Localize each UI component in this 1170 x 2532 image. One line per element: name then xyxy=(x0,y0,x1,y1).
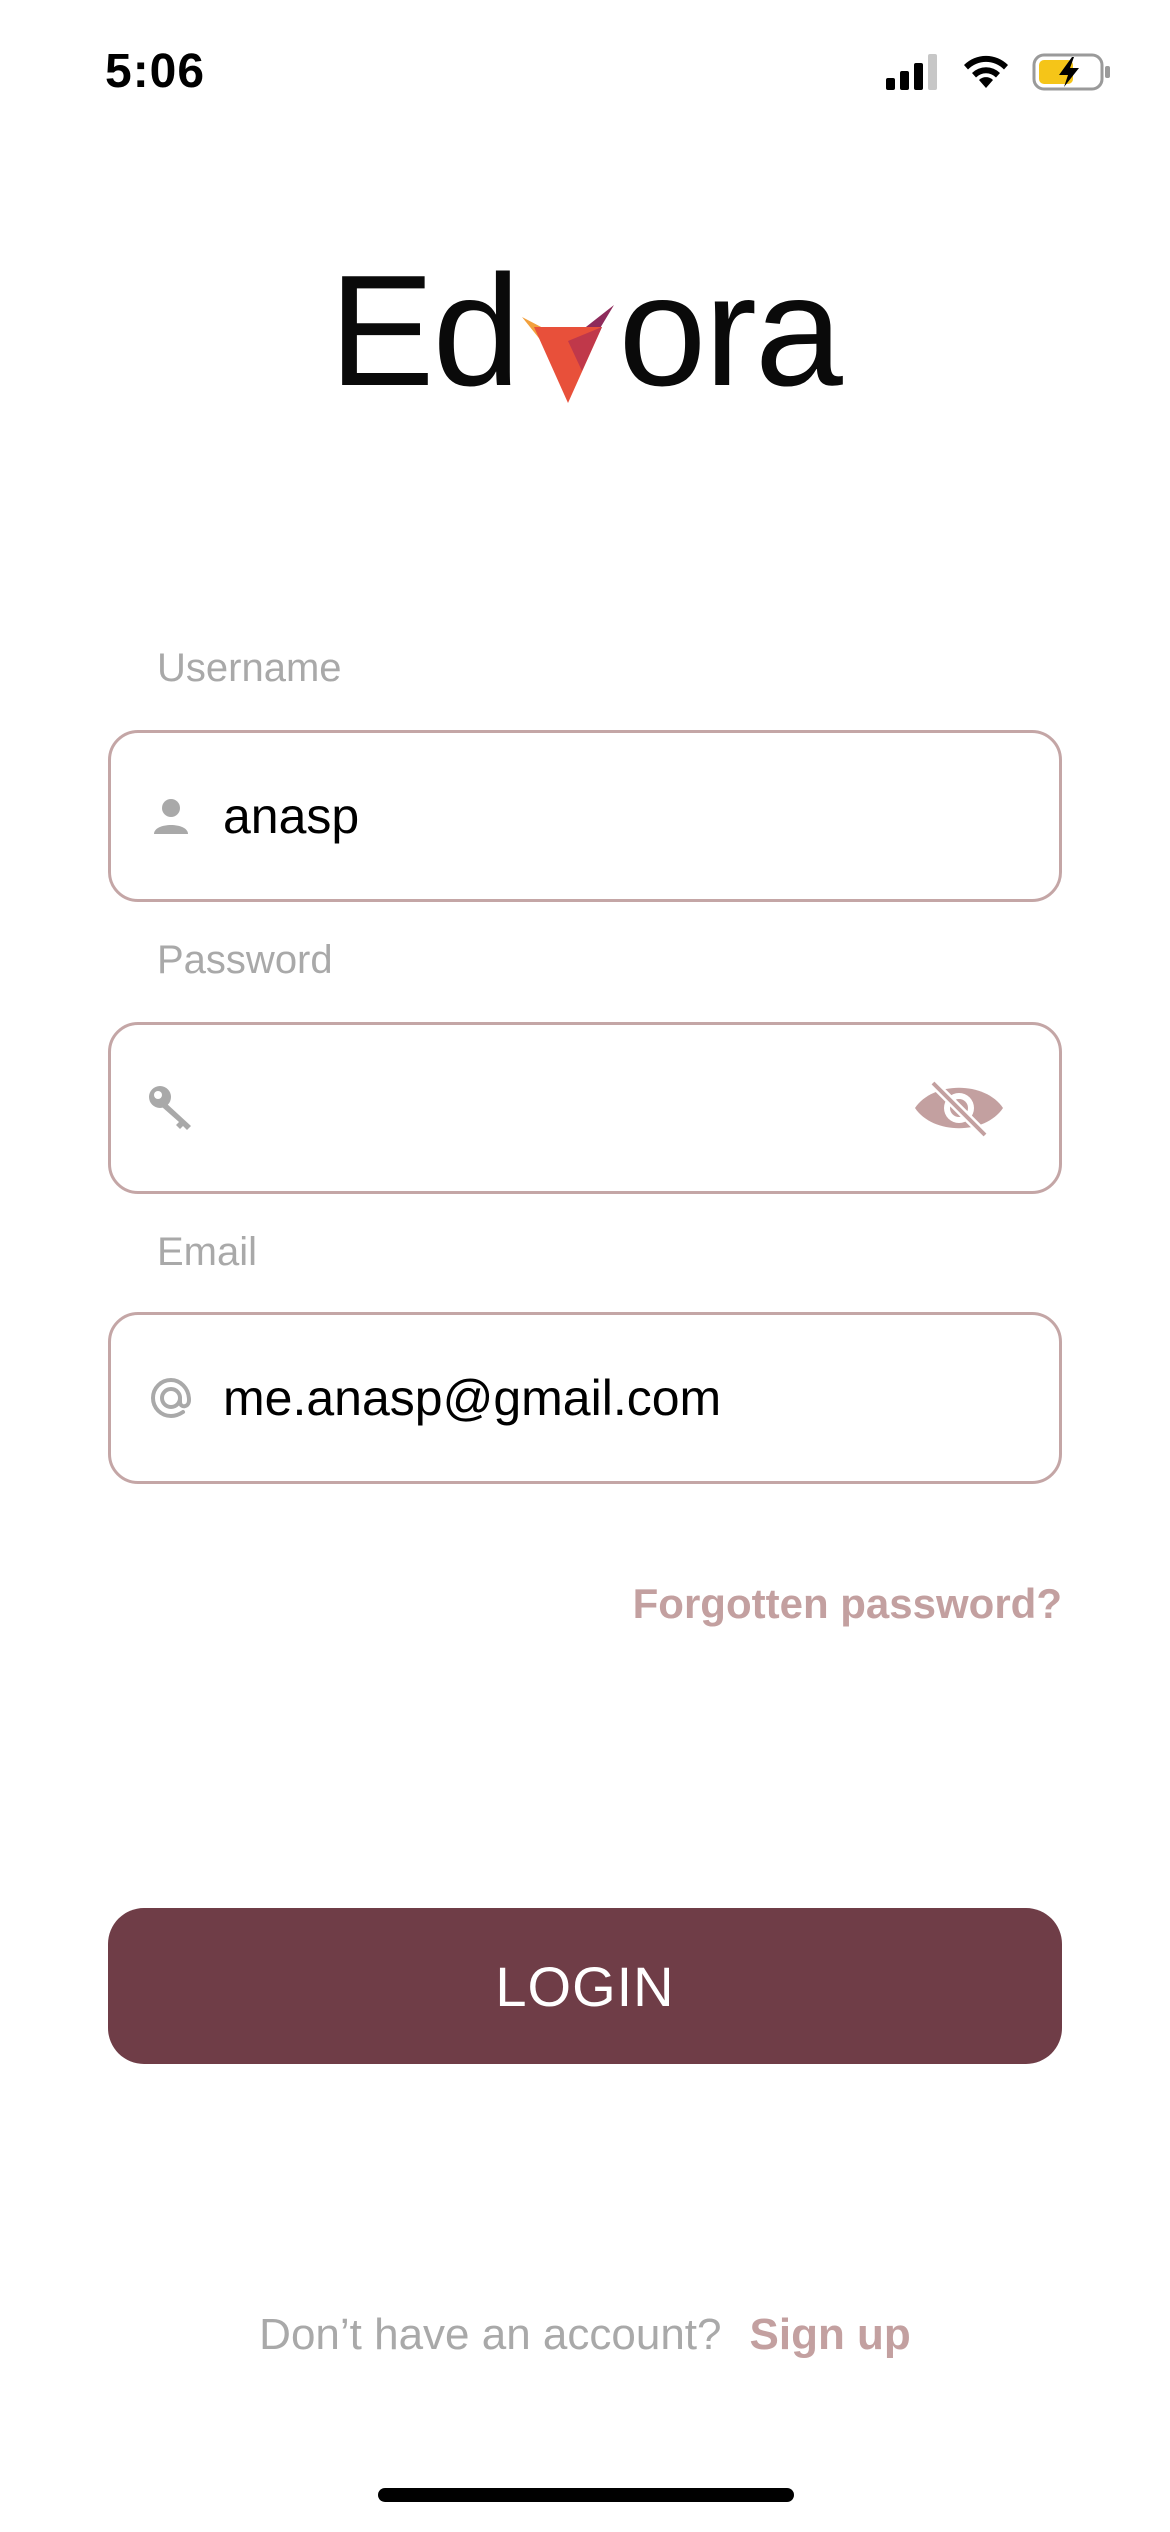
app-logo: Ed ora xyxy=(0,250,1170,410)
status-bar: 5:06 xyxy=(0,0,1170,150)
wifi-icon xyxy=(962,54,1010,95)
logo-text-suffix: ora xyxy=(618,243,842,419)
email-field[interactable] xyxy=(108,1312,1062,1484)
email-input[interactable] xyxy=(223,1358,1059,1438)
logo-text-prefix: Ed xyxy=(329,243,520,419)
username-field[interactable] xyxy=(108,730,1062,902)
username-input[interactable] xyxy=(223,776,1059,856)
battery-charging-icon xyxy=(1032,52,1112,97)
password-field[interactable] xyxy=(108,1022,1062,1194)
signup-row: Don’t have an account? Sign up xyxy=(0,2310,1170,2360)
login-button[interactable]: LOGIN xyxy=(108,1908,1062,2064)
signup-link[interactable]: Sign up xyxy=(750,2310,911,2360)
password-label: Password xyxy=(157,938,333,982)
status-icons xyxy=(886,52,1112,96)
person-icon xyxy=(141,796,201,836)
signup-prompt: Don’t have an account? xyxy=(259,2310,722,2359)
logo-wordmark: Ed ora xyxy=(329,243,843,419)
password-input[interactable] xyxy=(223,1068,909,1148)
cellular-signal-icon xyxy=(886,53,940,95)
key-icon xyxy=(141,1084,201,1132)
email-label: Email xyxy=(157,1230,258,1274)
eye-slash-icon[interactable] xyxy=(909,1068,1009,1148)
forgot-password-link[interactable]: Forgotten password? xyxy=(633,1580,1062,1628)
status-time: 5:06 xyxy=(105,45,206,98)
username-label: Username xyxy=(157,646,342,690)
logo-mark-icon xyxy=(522,284,615,404)
home-indicator[interactable] xyxy=(378,2488,794,2502)
at-sign-icon xyxy=(141,1376,201,1420)
